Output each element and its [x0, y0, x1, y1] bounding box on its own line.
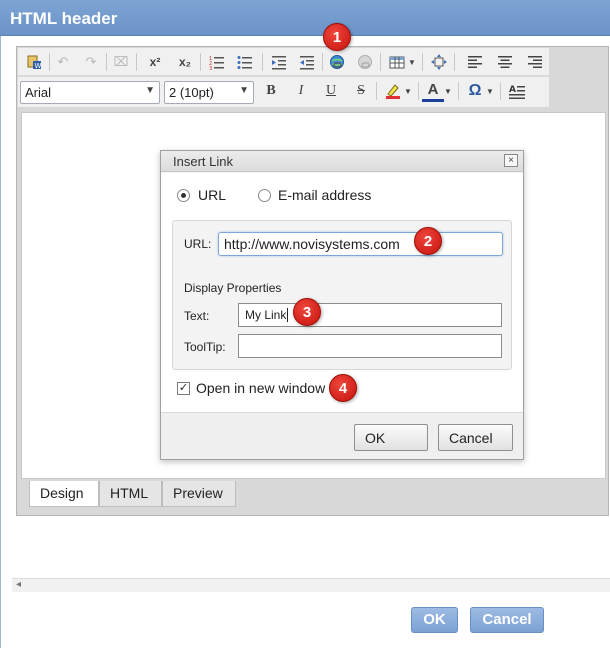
- underline-button[interactable]: U: [320, 80, 342, 102]
- align-center-icon[interactable]: [494, 51, 516, 73]
- redo-icon[interactable]: ↷: [80, 51, 102, 73]
- table-icon[interactable]: [386, 51, 408, 73]
- scroll-left-icon[interactable]: ◂: [16, 579, 21, 590]
- open-new-window-label: Open in new window: [196, 380, 326, 396]
- text-label: Text:: [184, 309, 210, 323]
- format-stripper-icon[interactable]: ⌧: [110, 51, 132, 73]
- superscript-icon[interactable]: x²: [144, 51, 166, 73]
- open-new-window-checkbox[interactable]: ✓: [177, 382, 190, 395]
- insert-link-header: Insert Link ×: [161, 151, 523, 172]
- highlight-dropdown-icon[interactable]: ▼: [402, 80, 414, 102]
- toolbar-row-1: W ↶ ↷ ⌧ x² x₂ 123 ▼: [18, 48, 549, 76]
- tooltip-input[interactable]: [238, 334, 502, 358]
- special-characters-button[interactable]: Ω: [464, 80, 486, 102]
- font-color-dropdown-icon[interactable]: ▼: [442, 80, 454, 102]
- special-characters-dropdown-icon[interactable]: ▼: [484, 80, 496, 102]
- chevron-down-icon: ▼: [239, 85, 249, 96]
- font-size-select[interactable]: 2 (10pt) ▼: [164, 81, 254, 104]
- annotation-marker-3: 3: [293, 298, 321, 326]
- numbered-list-icon[interactable]: 123: [206, 51, 228, 73]
- font-family-select[interactable]: Arial ▼: [20, 81, 160, 104]
- display-properties-heading: Display Properties: [184, 281, 282, 295]
- insert-link-ok-button[interactable]: OK: [354, 424, 428, 451]
- outdent-icon[interactable]: [296, 51, 318, 73]
- font-color-button[interactable]: A: [422, 80, 444, 102]
- url-radio[interactable]: [177, 189, 190, 202]
- paste-word-icon[interactable]: W: [23, 51, 45, 73]
- fit-window-icon[interactable]: [428, 51, 450, 73]
- annotation-marker-1: 1: [323, 23, 351, 51]
- tab-preview[interactable]: Preview: [162, 481, 236, 507]
- undo-icon[interactable]: ↶: [52, 51, 74, 73]
- toolbar-row-2: Arial ▼ 2 (10pt) ▼ B I U S ▼ A ▼ Ω ▼ A: [18, 77, 549, 107]
- insert-link-footer: OK Cancel: [161, 412, 523, 459]
- table-dropdown-icon[interactable]: ▼: [406, 51, 418, 73]
- tab-html[interactable]: HTML: [99, 481, 162, 507]
- email-radio[interactable]: [258, 189, 271, 202]
- align-left-icon[interactable]: [464, 51, 486, 73]
- tab-design[interactable]: Design: [29, 481, 99, 507]
- text-input[interactable]: My Link: [238, 303, 502, 327]
- ok-button[interactable]: OK: [411, 607, 458, 633]
- insert-link-dialog: Insert Link × URL E-mail address URL: ht…: [160, 150, 524, 460]
- font-size-value: 2 (10pt): [169, 85, 214, 100]
- annotation-marker-4: 4: [329, 374, 357, 402]
- insert-link-icon[interactable]: [326, 51, 348, 73]
- link-properties-group: URL: http://www.novisystems.com Display …: [172, 220, 512, 370]
- remove-link-icon[interactable]: [354, 51, 376, 73]
- url-input[interactable]: http://www.novisystems.com: [218, 232, 503, 256]
- cancel-button[interactable]: Cancel: [470, 607, 544, 633]
- insert-link-cancel-button[interactable]: Cancel: [438, 424, 513, 451]
- subscript-icon[interactable]: x₂: [174, 51, 196, 73]
- align-right-icon[interactable]: [524, 51, 546, 73]
- window-title: HTML header: [10, 9, 118, 28]
- bold-button[interactable]: B: [260, 80, 282, 102]
- url-radio-label: URL: [198, 187, 227, 203]
- svg-text:W: W: [35, 62, 42, 70]
- clear-format-icon[interactable]: A: [506, 80, 528, 102]
- svg-text:A: A: [509, 85, 516, 95]
- strikethrough-button[interactable]: S: [350, 80, 372, 102]
- insert-link-title: Insert Link: [173, 154, 233, 169]
- horizontal-scrollbar[interactable]: ◂: [12, 578, 610, 592]
- svg-text:3: 3: [209, 66, 212, 70]
- window-title-bar: HTML header: [0, 0, 610, 36]
- annotation-marker-2: 2: [414, 227, 442, 255]
- bulleted-list-icon[interactable]: [234, 51, 256, 73]
- indent-icon[interactable]: [268, 51, 290, 73]
- url-label: URL:: [184, 237, 212, 251]
- font-family-value: Arial: [25, 85, 52, 100]
- text-input-value: My Link: [245, 308, 287, 322]
- italic-button[interactable]: I: [290, 80, 312, 102]
- email-radio-label: E-mail address: [278, 187, 372, 203]
- highlight-color-icon[interactable]: [382, 80, 404, 102]
- chevron-down-icon: ▼: [145, 85, 155, 96]
- tooltip-label: ToolTip:: [184, 340, 226, 354]
- close-icon[interactable]: ×: [504, 154, 518, 167]
